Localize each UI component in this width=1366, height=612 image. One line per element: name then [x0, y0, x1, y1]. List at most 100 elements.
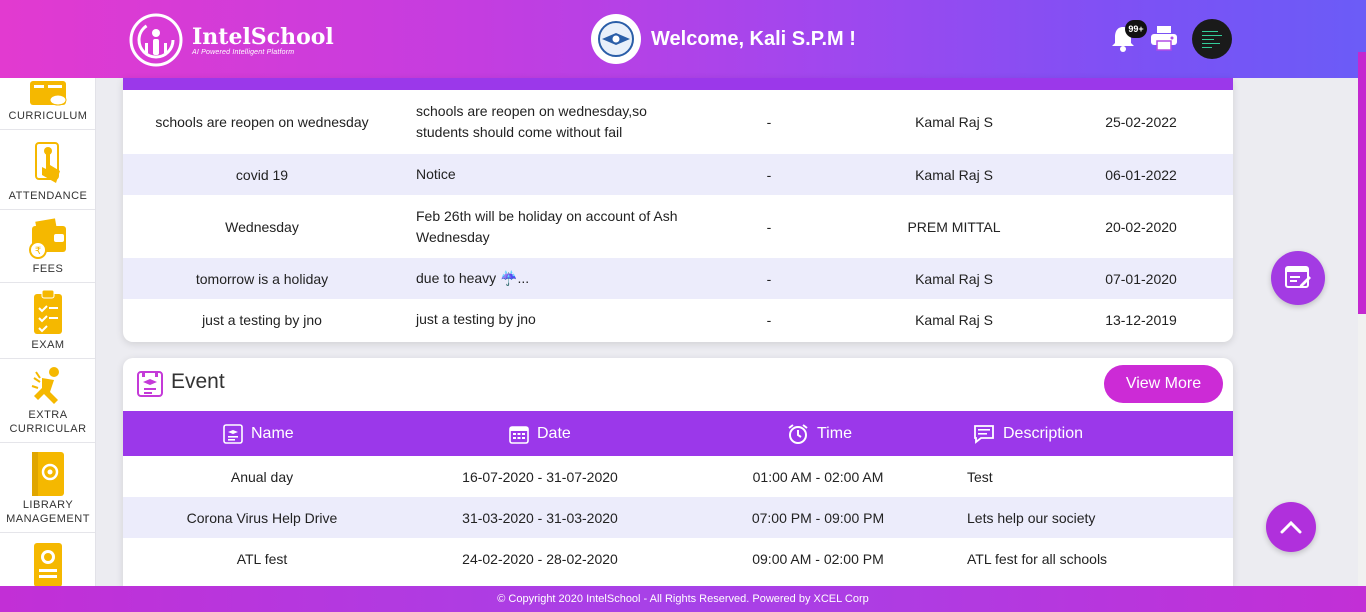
event-name: Anual day: [230, 468, 294, 485]
event-description: Test: [967, 468, 993, 485]
sidebar-item-label: EXTRA CURRICULAR: [9, 409, 87, 435]
printer-icon[interactable]: [1150, 24, 1178, 52]
page-scrollbar[interactable]: [1358, 52, 1366, 586]
event-name: ATL fest: [236, 550, 288, 567]
notice-author: Kamal Raj S: [915, 114, 993, 130]
table-row[interactable]: covid 19 Notice - Kamal Raj S 06-01-2022: [123, 154, 1233, 195]
notice-title: schools are reopen on wednesday: [155, 114, 369, 130]
notice-title: just a testing by jno: [202, 311, 322, 328]
notice-date: 06-01-2022: [1105, 166, 1177, 183]
sidebar-item-library-management[interactable]: LIBRARY MANAGEMENT: [0, 443, 95, 533]
certificate-icon: [28, 541, 68, 586]
column-header-label: Name: [251, 424, 294, 442]
column-header-label: Time: [817, 424, 852, 442]
notice-title: Wednesday: [225, 218, 299, 235]
copyright-text: © Copyright 2020 IntelSchool - All Right…: [497, 593, 869, 605]
table-row[interactable]: ATL fest 24-02-2020 - 28-02-2020 09:00 A…: [123, 538, 1233, 579]
notice-description: Feb 26th will be holiday on account of A…: [416, 207, 678, 245]
column-header-label: Date: [537, 424, 571, 442]
table-row[interactable]: tomorrow is a holiday due to heavy ☔... …: [123, 258, 1233, 299]
column-header-name[interactable]: Name: [223, 411, 294, 456]
sidebar-item-label: LIBRARY MANAGEMENT: [6, 499, 90, 525]
edit-note-icon: [1285, 266, 1311, 288]
svg-text:₹: ₹: [35, 246, 41, 257]
notice-date: 25-02-2022: [1105, 114, 1177, 130]
logo-tagline: AI Powered Intelligent Platform: [192, 48, 295, 56]
event-time: 07:00 PM - 09:00 PM: [751, 509, 885, 526]
notice-description: Notice: [416, 166, 456, 182]
event-table-header: Name Date Time Description: [123, 411, 1233, 456]
sidebar-item-label: FEES: [32, 263, 64, 275]
attendance-icon: [28, 139, 68, 189]
top-header: IntelSchool AI Powered Intelligent Platf…: [0, 0, 1366, 78]
sidebar-item-fees[interactable]: ₹ FEES: [0, 210, 95, 283]
notice-date: 20-02-2020: [1105, 218, 1177, 235]
curriculum-icon: [28, 79, 68, 109]
footer: © Copyright 2020 IntelSchool - All Right…: [0, 586, 1366, 612]
event-date: 16-07-2020 - 31-07-2020: [462, 468, 618, 485]
sidebar-item-attendance[interactable]: ATTENDANCE: [0, 130, 95, 210]
notice-description: due to heavy ☔...: [416, 270, 530, 286]
notification-badge: 99+: [1125, 20, 1147, 38]
notice-attachment: -: [766, 218, 772, 235]
view-more-button[interactable]: View More: [1104, 365, 1223, 403]
chevron-up-icon: [1280, 520, 1302, 534]
notice-description: schools are reopen on wednesday,so stude…: [416, 103, 647, 140]
school-emblem-icon: [591, 14, 641, 64]
scrollbar-thumb[interactable]: [1358, 52, 1366, 314]
alarm-clock-icon: [788, 423, 808, 444]
table-row[interactable]: Wednesday Feb 26th will be holiday on ac…: [123, 195, 1233, 258]
table-row[interactable]: Corona Virus Help Drive 31-03-2020 - 31-…: [123, 497, 1233, 538]
user-avatar[interactable]: [1192, 19, 1232, 59]
sidebar-item-exam[interactable]: EXAM: [0, 283, 95, 359]
sidebar-item-label: ATTENDANCE: [8, 190, 88, 202]
library-icon: [28, 448, 68, 498]
sidebar: CURRICULUM ATTENDANCE ₹ FEES EXAM EXTRA …: [0, 78, 96, 586]
calendar-icon: [509, 425, 529, 444]
event-name: Corona Virus Help Drive: [186, 509, 338, 526]
name-column-icon: [223, 423, 243, 444]
notice-title: covid 19: [235, 166, 289, 183]
event-description: ATL fest for all schools: [967, 550, 1108, 567]
column-header-time[interactable]: Time: [787, 411, 852, 456]
notice-title: tomorrow is a holiday: [195, 270, 329, 287]
sidebar-item-extra-curricular[interactable]: EXTRA CURRICULAR: [0, 359, 95, 443]
event-section-title: Event: [171, 370, 225, 393]
table-row[interactable]: schools are reopen on wednesday schools …: [123, 90, 1233, 154]
intelschool-logo[interactable]: IntelSchool AI Powered Intelligent Platf…: [128, 12, 334, 68]
notice-attachment: -: [766, 311, 772, 328]
message-icon: [974, 424, 994, 444]
column-header-description[interactable]: Description: [973, 411, 1083, 456]
notice-attachment: -: [766, 114, 772, 130]
welcome-message: Welcome, Kali S.P.M !: [651, 27, 856, 50]
fees-icon: ₹: [28, 216, 68, 262]
logo-mark-icon: [128, 12, 184, 68]
sidebar-item-label: EXAM: [31, 339, 65, 351]
column-header-date[interactable]: Date: [509, 411, 571, 456]
notice-attachment: -: [766, 166, 772, 183]
table-row[interactable]: just a testing by jno just a testing by …: [123, 299, 1233, 340]
sidebar-item-curriculum[interactable]: CURRICULUM: [0, 78, 95, 130]
notice-description: just a testing by jno: [416, 311, 536, 327]
notice-date: 07-01-2020: [1105, 270, 1177, 287]
event-date: 31-03-2020 - 31-03-2020: [462, 509, 618, 526]
column-header-label: Description: [1003, 424, 1084, 442]
table-row[interactable]: Anual day 16-07-2020 - 31-07-2020 01:00 …: [123, 456, 1233, 497]
sidebar-item-certificate[interactable]: [0, 533, 95, 586]
edit-note-button[interactable]: [1271, 251, 1325, 305]
event-date: 24-02-2020 - 28-02-2020: [462, 550, 618, 567]
sidebar-item-label: CURRICULUM: [8, 110, 88, 122]
notice-author: Kamal Raj S: [915, 166, 993, 183]
event-icon: [136, 370, 164, 398]
extra-curricular-icon: [28, 366, 68, 408]
notice-attachment: -: [766, 270, 772, 287]
scroll-to-top-button[interactable]: [1266, 502, 1316, 552]
notice-table-header: [123, 78, 1233, 90]
exam-icon: [28, 288, 68, 338]
logo-name: IntelSchool: [192, 23, 334, 50]
event-card: Event View More Name Date Time Descripti…: [123, 358, 1233, 586]
notice-table-card: schools are reopen on wednesday schools …: [123, 78, 1233, 342]
notice-author: PREM MITTAL: [907, 218, 1001, 235]
notice-author: Kamal Raj S: [915, 311, 993, 328]
event-description: Lets help our society: [967, 509, 1096, 526]
